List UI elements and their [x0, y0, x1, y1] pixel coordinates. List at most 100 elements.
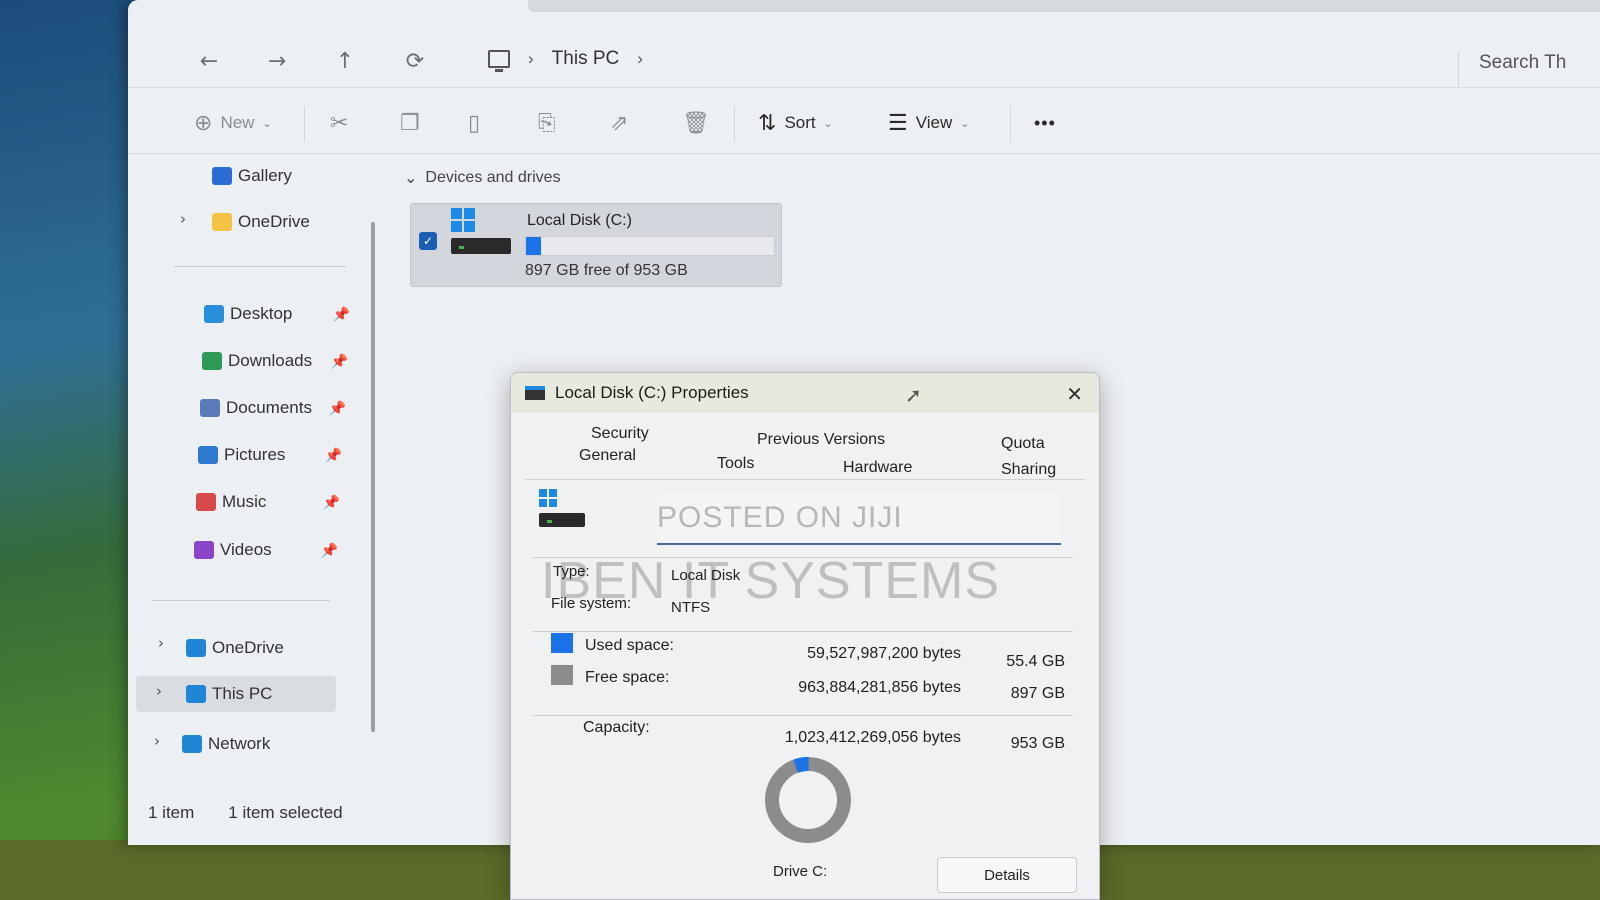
drive-name: Local Disk (C:) [527, 212, 632, 229]
chevron-right-icon[interactable]: › [528, 49, 534, 69]
paste-button[interactable]: ▯ [468, 106, 480, 140]
free-space-swatch [551, 665, 573, 685]
cut-button[interactable]: ✂ [330, 106, 348, 140]
chevron-right-icon[interactable]: › [637, 49, 643, 69]
copy-button[interactable]: ❐ [400, 106, 420, 140]
chevron-right-icon[interactable]: › [180, 210, 186, 228]
sidebar-item-network[interactable]: Network [182, 726, 270, 762]
pin-icon[interactable]: 📌 [321, 542, 338, 559]
pin-icon[interactable]: 📌 [333, 306, 350, 323]
tab-security[interactable]: Security [591, 425, 649, 443]
view-button[interactable]: ☰ View ⌄ [888, 106, 970, 140]
sidebar-item-label: Music [222, 492, 267, 511]
type-value: Local Disk [671, 567, 741, 584]
clipboard-icon: ▯ [468, 110, 481, 135]
capacity-gb: 953 GB [1010, 735, 1065, 752]
sidebar-item-documents[interactable]: Documents 📌 [200, 390, 350, 426]
more-options-button[interactable]: ••• [1034, 106, 1056, 140]
sidebar-item-gallery[interactable]: Gallery [212, 158, 292, 194]
rename-icon: ⎘ [538, 110, 556, 135]
share-icon: ⇗ [610, 110, 629, 135]
desktop-folder-icon [204, 305, 224, 323]
pin-icon[interactable]: 📌 [323, 494, 340, 511]
sidebar-item-label: Network [208, 734, 271, 753]
address-bar: ← → ↑ ⟳ › This PC › Search Th [128, 14, 1600, 88]
sidebar-item-music[interactable]: Music 📌 [196, 484, 344, 520]
sidebar-item-downloads[interactable]: Downloads 📌 [202, 343, 352, 379]
sort-button[interactable]: ⇅ Sort ⌄ [758, 106, 833, 140]
details-button[interactable]: Details [937, 857, 1077, 893]
onedrive-icon [186, 639, 206, 657]
type-label: Type: [553, 563, 590, 580]
file-system-label: File system: [551, 595, 632, 612]
drive-free-text: 897 GB free of 953 GB [525, 262, 688, 279]
search-input[interactable]: Search Th [1458, 52, 1600, 86]
used-space-gb: 55.4 GB [1006, 653, 1065, 670]
back-button[interactable]: ← [194, 46, 224, 76]
sidebar-item-onedrive-personal[interactable]: OneDrive [212, 204, 310, 240]
sidebar-item-onedrive[interactable]: OneDrive [186, 630, 284, 666]
tab-divider [525, 479, 1085, 480]
new-label: New [220, 113, 255, 132]
forward-button[interactable]: → [262, 46, 292, 76]
drive-tile-c[interactable]: ✓ Local Disk (C:) 897 GB free of 953 GB [410, 203, 782, 287]
chevron-down-icon: ⌄ [262, 117, 272, 130]
hard-drive-icon [539, 513, 585, 527]
pin-icon[interactable]: 📌 [329, 400, 346, 417]
divider [174, 266, 346, 267]
drive-usage-bar [525, 236, 775, 256]
chevron-down-icon: ⌄ [823, 117, 833, 130]
sidebar-item-label: This PC [212, 684, 273, 703]
this-pc-icon[interactable] [488, 50, 510, 72]
sidebar-item-label: Downloads [228, 351, 313, 370]
sidebar-item-pictures[interactable]: Pictures 📌 [198, 437, 346, 473]
share-button[interactable]: ⇗ [610, 106, 628, 140]
network-icon [182, 735, 202, 753]
chevron-down-icon: ⌄ [404, 170, 418, 187]
divider [1010, 106, 1011, 142]
command-bar: ⊕ New ⌄ ✂ ❐ ▯ ⎘ ⇗ 🗑 ⇅ Sort ⌄ ☰ View ⌄ ••… [128, 92, 1600, 154]
music-folder-icon [196, 493, 216, 511]
view-label: View [915, 113, 953, 132]
tab-tools[interactable]: Tools [717, 455, 754, 473]
group-header-devices[interactable]: ⌄ Devices and drives [404, 168, 561, 188]
breadcrumb-this-pc[interactable]: This PC [552, 48, 620, 70]
downloads-folder-icon [202, 352, 222, 370]
sidebar-item-videos[interactable]: Videos 📌 [194, 532, 342, 568]
sidebar-item-this-pc[interactable]: This PC [136, 676, 336, 712]
tab-hardware[interactable]: Hardware [843, 459, 912, 477]
close-button[interactable]: ✕ [1066, 382, 1083, 406]
volume-label-input[interactable]: POSTED ON JIJI [657, 493, 1061, 545]
pin-icon[interactable]: 📌 [325, 447, 342, 464]
tab-sharing[interactable]: Sharing [1001, 461, 1056, 479]
up-button[interactable]: ↑ [330, 46, 360, 76]
divider [152, 600, 330, 601]
delete-button[interactable]: 🗑 [682, 106, 710, 140]
videos-folder-icon [194, 541, 214, 559]
sidebar-item-label: Gallery [238, 166, 292, 185]
chevron-right-icon[interactable]: › [158, 634, 164, 652]
free-space-bytes: 963,884,281,856 bytes [798, 679, 961, 696]
new-button[interactable]: ⊕ New ⌄ [194, 106, 272, 140]
chevron-right-icon[interactable]: › [154, 732, 160, 750]
rename-button[interactable]: ⎘ [538, 106, 556, 140]
navigation-pane: Gallery › OneDrive Desktop 📌 Downloads 📌… [128, 156, 364, 796]
hard-drive-icon [451, 238, 511, 254]
pin-icon[interactable]: 📌 [331, 353, 348, 370]
chevron-right-icon[interactable]: › [156, 682, 162, 700]
folder-icon [212, 213, 232, 231]
checkbox-checked-icon[interactable]: ✓ [419, 232, 437, 250]
donut-free-segment [765, 757, 851, 843]
tab-previous-versions[interactable]: Previous Versions [757, 431, 885, 449]
copy-icon: ❐ [400, 110, 420, 135]
tab-quota[interactable]: Quota [1001, 435, 1045, 453]
gallery-icon [212, 167, 232, 185]
group-header-label: Devices and drives [425, 169, 561, 186]
refresh-button[interactable]: ⟳ [400, 46, 430, 76]
sidebar-item-label: Desktop [230, 304, 293, 323]
sidebar-item-desktop[interactable]: Desktop 📌 [204, 296, 354, 332]
tab-general[interactable]: General [579, 447, 636, 465]
status-bar: 1 item 1 item selected [148, 803, 343, 823]
sidebar-scrollbar[interactable] [371, 222, 375, 732]
dialog-title-bar[interactable]: Local Disk (C:) Properties [511, 373, 1099, 413]
